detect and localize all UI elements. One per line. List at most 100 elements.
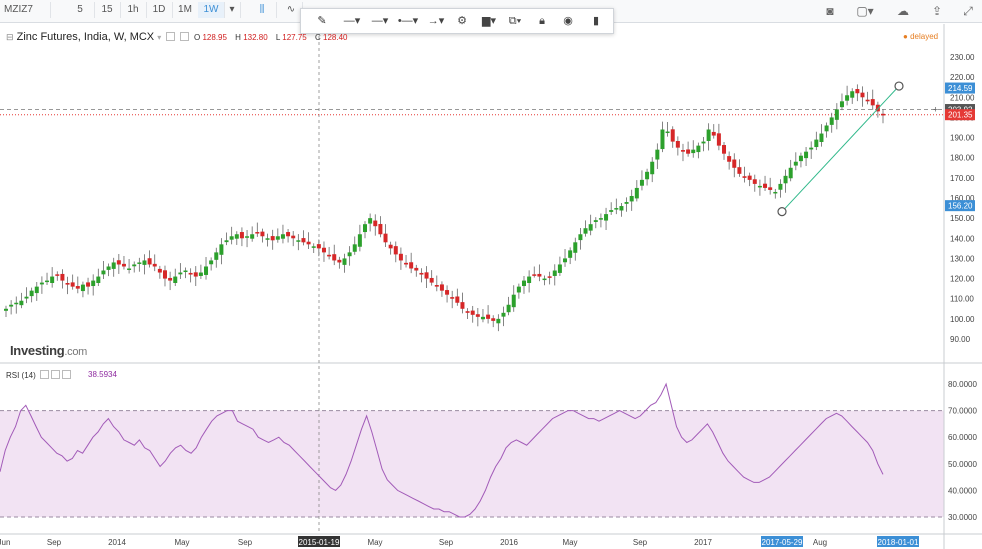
rsi-mini-btn-2[interactable] (51, 370, 61, 379)
candle-body (706, 129, 711, 141)
rsi-title: RSI (14) (6, 370, 72, 380)
candle-body (363, 224, 368, 233)
candle-body (250, 234, 255, 239)
candle-body (111, 262, 116, 269)
interval-1w-button[interactable]: 1W (198, 2, 225, 18)
price-axis-tick: 190.00 (950, 134, 975, 143)
candle-body (419, 272, 424, 275)
price-axis-label: 214.59 (948, 84, 973, 93)
pencil-icon[interactable]: ✎ (311, 13, 333, 29)
candle-body (655, 149, 660, 160)
title-menu-chevron-icon[interactable]: ▾ (157, 33, 161, 42)
chart-title-text: Zinc Futures, India, W, MCX (16, 31, 155, 43)
interval-1d-button[interactable]: 1D (146, 2, 173, 18)
cloud-save-icon[interactable]: ☁ (890, 3, 916, 19)
candle-body (583, 228, 588, 234)
candle-body (552, 270, 557, 276)
line-width-icon[interactable]: —▾ (367, 13, 393, 29)
candle-body (255, 232, 260, 234)
candle-body (429, 277, 434, 283)
candle-body (275, 236, 280, 240)
settings-mini-icon[interactable] (166, 32, 176, 41)
price-axis-label: 201.35 (948, 111, 973, 120)
candle-body (280, 234, 285, 239)
candle-body (29, 290, 34, 297)
candle-body (219, 244, 224, 255)
price-axis-tick: 100.00 (950, 315, 975, 324)
candle-body (342, 258, 347, 265)
logo-domain: .com (64, 346, 88, 358)
candle-body (301, 238, 306, 243)
candle-body (506, 304, 511, 313)
candle-body (127, 268, 132, 270)
interval-15-button[interactable]: 15 (94, 2, 121, 18)
collapse-icon[interactable]: ⊟ (6, 32, 14, 42)
chart-area[interactable]: 230.00220.00210.00200.00190.00180.00170.… (0, 24, 982, 549)
candle-body (286, 232, 291, 237)
cloud-upload-icon[interactable]: ⇪ (924, 3, 950, 19)
rsi-axis-tick: 70.0000 (948, 407, 977, 416)
interval-5-button[interactable]: 5 (66, 2, 95, 18)
candle-body (742, 176, 747, 178)
candles-chart-type-icon[interactable]: ⫼ (248, 2, 277, 18)
candle-body (593, 220, 598, 222)
candle-body (86, 282, 91, 287)
lock-icon[interactable]: 🔒︎ (531, 13, 553, 29)
line-end-icon[interactable]: •—▾ (395, 13, 421, 29)
symbol-input[interactable]: MZIZ7 (0, 2, 51, 18)
candle-body (137, 262, 142, 264)
candle-body (588, 224, 593, 231)
time-axis-tick: Sep (439, 538, 454, 547)
chart-title: ⊟ Zinc Futures, India, W, MCX ▾ (6, 31, 190, 43)
clone-icon[interactable]: ⧉▾ (503, 13, 527, 29)
add-alert-plus-icon: + (933, 105, 938, 115)
candle-body (788, 167, 793, 179)
candle-body (306, 241, 311, 245)
candle-body (752, 179, 757, 184)
candle-body (480, 316, 485, 320)
price-axis-tick: 140.00 (950, 234, 975, 243)
candle-body (347, 252, 352, 257)
trash-icon[interactable]: ▮ (585, 13, 607, 29)
candle-body (845, 95, 850, 101)
candle-body (147, 258, 152, 265)
hide-mini-icon[interactable] (180, 32, 190, 41)
candle-body (178, 272, 183, 275)
candle-body (162, 270, 167, 279)
fill-color-icon[interactable]: ▆▾ (477, 13, 501, 29)
layout-dropdown-icon[interactable]: ▢▾ (850, 3, 880, 19)
candle-body (321, 247, 326, 253)
candle-body (91, 280, 96, 287)
candle-body (101, 270, 106, 275)
eye-icon[interactable]: ◉ (557, 13, 579, 29)
candle-body (152, 263, 157, 267)
candle-body (665, 131, 670, 134)
candle-body (824, 125, 829, 132)
line-style-icon[interactable]: —▾ (339, 13, 365, 29)
candle-body (265, 238, 270, 240)
candle-body (501, 312, 506, 317)
camera-icon[interactable]: ◙ (818, 3, 842, 19)
interval-1h-button[interactable]: 1h (120, 2, 147, 18)
candle-body (414, 267, 419, 271)
rsi-mini-btn-1[interactable] (40, 370, 50, 379)
candle-body (527, 276, 532, 284)
trend-anchor-start (777, 207, 787, 217)
rsi-mini-btn-3[interactable] (62, 370, 72, 379)
candle-body (296, 240, 301, 242)
fullscreen-icon[interactable]: ⤢ (956, 3, 980, 19)
candle-body (881, 113, 885, 116)
interval-1m-button[interactable]: 1M (172, 2, 199, 18)
candle-body (819, 133, 824, 143)
candle-body (316, 244, 321, 249)
arrow-line-icon[interactable]: →▾ (423, 13, 449, 29)
candle-body (224, 240, 229, 243)
gear-icon[interactable]: ⚙ (451, 13, 473, 29)
candle-body (578, 234, 583, 241)
candle-body (465, 311, 470, 313)
interval-dropdown-chevron-icon[interactable]: ▾ (224, 2, 241, 18)
high-value: 132.80 (243, 33, 268, 42)
delayed-text: delayed (910, 32, 939, 41)
candle-body (75, 286, 80, 289)
candle-body (839, 101, 844, 108)
